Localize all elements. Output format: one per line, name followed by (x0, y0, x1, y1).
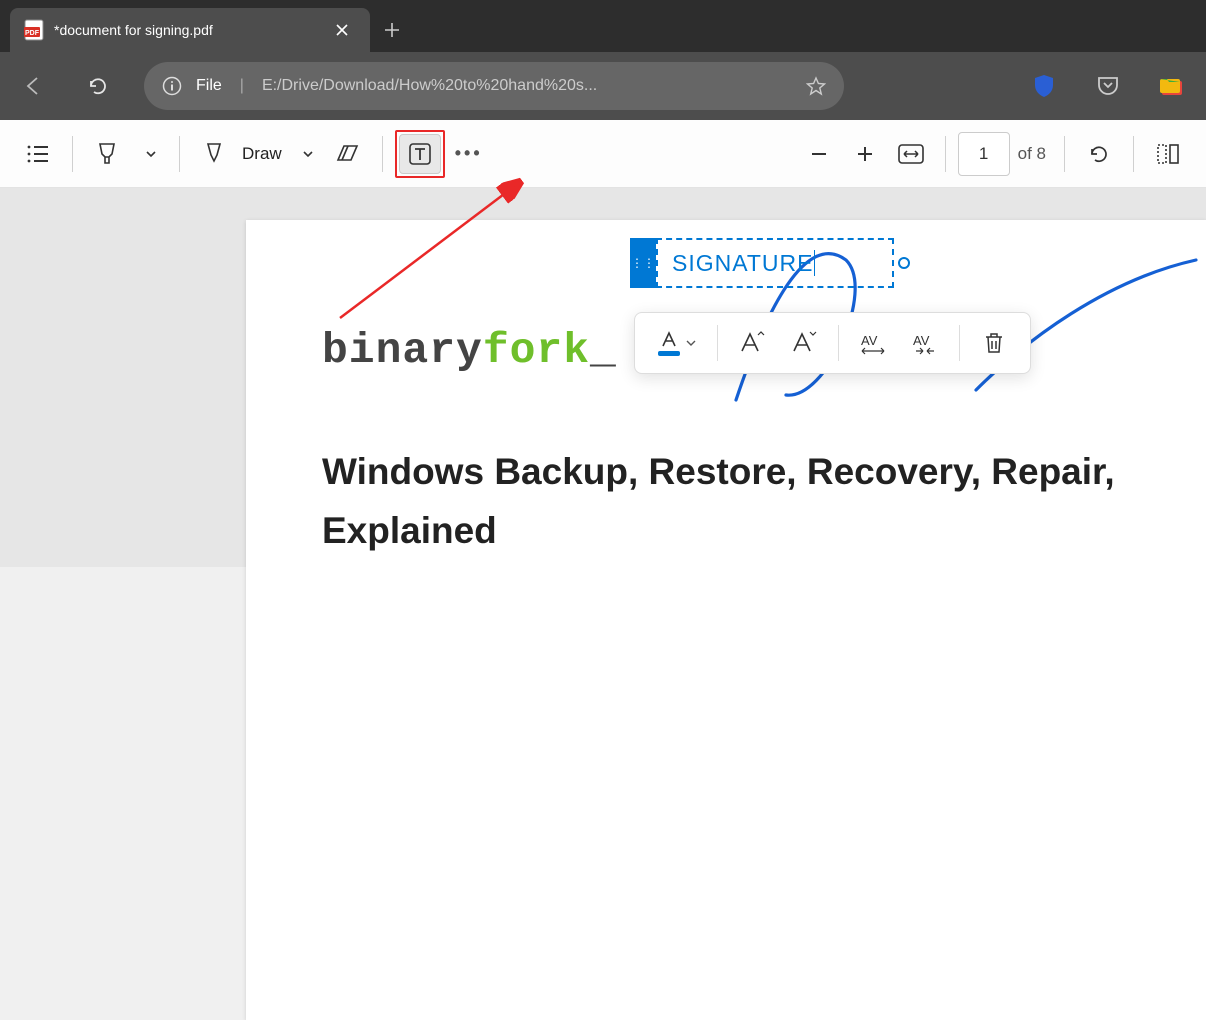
zoom-out-button[interactable] (797, 132, 841, 176)
chevron-down-icon (686, 340, 696, 347)
toolbar-separator (72, 136, 73, 172)
text-cursor (814, 250, 815, 276)
heading-line2: Explained (322, 510, 497, 551)
contents-button[interactable] (16, 132, 60, 176)
pdf-viewport[interactable]: ⋮⋮ SIGNATURE (0, 188, 1206, 567)
document-logo: binaryfork_ (322, 326, 617, 375)
browser-address-bar: File | E:/Drive/Download/How%20to%20hand… (0, 52, 1206, 120)
increase-spacing-button[interactable]: AV (849, 322, 897, 364)
draw-dropdown[interactable] (292, 132, 324, 176)
highlighter-button[interactable] (85, 132, 129, 176)
toolbar-separator (838, 325, 839, 361)
page-total-label: of 8 (1018, 144, 1046, 164)
rotate-button[interactable] (1077, 132, 1121, 176)
reload-button[interactable] (80, 68, 116, 104)
ellipsis-icon: ••• (455, 143, 483, 164)
decrease-spacing-button[interactable]: AV (901, 322, 949, 364)
svg-text:PDF: PDF (25, 30, 40, 37)
address-separator: | (240, 77, 244, 95)
color-swatch (658, 351, 680, 356)
toolbar-separator (382, 136, 383, 172)
svg-text:AV: AV (913, 333, 930, 348)
page-view-button[interactable] (1146, 132, 1190, 176)
callout-arrow (330, 168, 590, 328)
annotation-text-field[interactable]: SIGNATURE (656, 238, 894, 288)
logo-part1: binary (322, 326, 483, 375)
annotation-drag-handle[interactable]: ⋮⋮ (630, 238, 656, 288)
toolbar-separator (717, 325, 718, 361)
logo-part2: fork (483, 326, 590, 375)
address-path: E:/Drive/Download/How%20to%20hand%20s... (262, 77, 792, 95)
draw-pen-button[interactable] (192, 132, 236, 176)
address-field[interactable]: File | E:/Drive/Download/How%20to%20hand… (144, 62, 844, 110)
text-color-button[interactable] (647, 322, 707, 364)
toolbar-separator (945, 136, 946, 172)
pocket-icon[interactable] (1090, 68, 1126, 104)
fit-width-button[interactable] (889, 132, 933, 176)
extension-shield-icon[interactable] (1026, 68, 1062, 104)
logo-part3: _ (590, 326, 617, 375)
close-tab-button[interactable] (328, 16, 356, 44)
grip-icon: ⋮⋮ (631, 256, 655, 270)
heading-line1: Windows Backup, Restore, Recovery, Repai… (322, 451, 1115, 492)
annotation-text-value: SIGNATURE (672, 250, 813, 277)
active-tab[interactable]: PDF *document for signing.pdf (10, 8, 370, 52)
tab-title: *document for signing.pdf (54, 22, 318, 38)
site-info-icon[interactable] (162, 76, 182, 96)
favorite-button[interactable] (806, 76, 826, 96)
document-heading: Windows Backup, Restore, Recovery, Repai… (322, 442, 1115, 560)
back-button[interactable] (16, 68, 52, 104)
browser-tab-bar: PDF *document for signing.pdf (0, 0, 1206, 52)
folder-extension-icon[interactable] (1154, 68, 1190, 104)
delete-annotation-button[interactable] (970, 322, 1018, 364)
pdf-page: ⋮⋮ SIGNATURE (246, 220, 1206, 1020)
text-annotation[interactable]: ⋮⋮ SIGNATURE (630, 238, 904, 288)
pdf-toolbar: Draw ••• of 8 (0, 120, 1206, 188)
draw-label: Draw (242, 144, 282, 164)
annotation-resize-handle[interactable] (898, 257, 910, 269)
pdf-file-icon: PDF (24, 19, 44, 41)
toolbar-separator (1133, 136, 1134, 172)
address-scheme: File (196, 77, 222, 95)
toolbar-separator (179, 136, 180, 172)
decrease-font-button[interactable] (780, 322, 828, 364)
highlighter-dropdown[interactable] (135, 132, 167, 176)
new-tab-button[interactable] (370, 8, 414, 52)
page-number-input[interactable] (958, 132, 1010, 176)
text-format-toolbar: AV AV (634, 312, 1031, 374)
zoom-in-button[interactable] (843, 132, 887, 176)
svg-text:AV: AV (861, 333, 878, 348)
increase-font-button[interactable] (728, 322, 776, 364)
toolbar-separator (959, 325, 960, 361)
toolbar-separator (1064, 136, 1065, 172)
